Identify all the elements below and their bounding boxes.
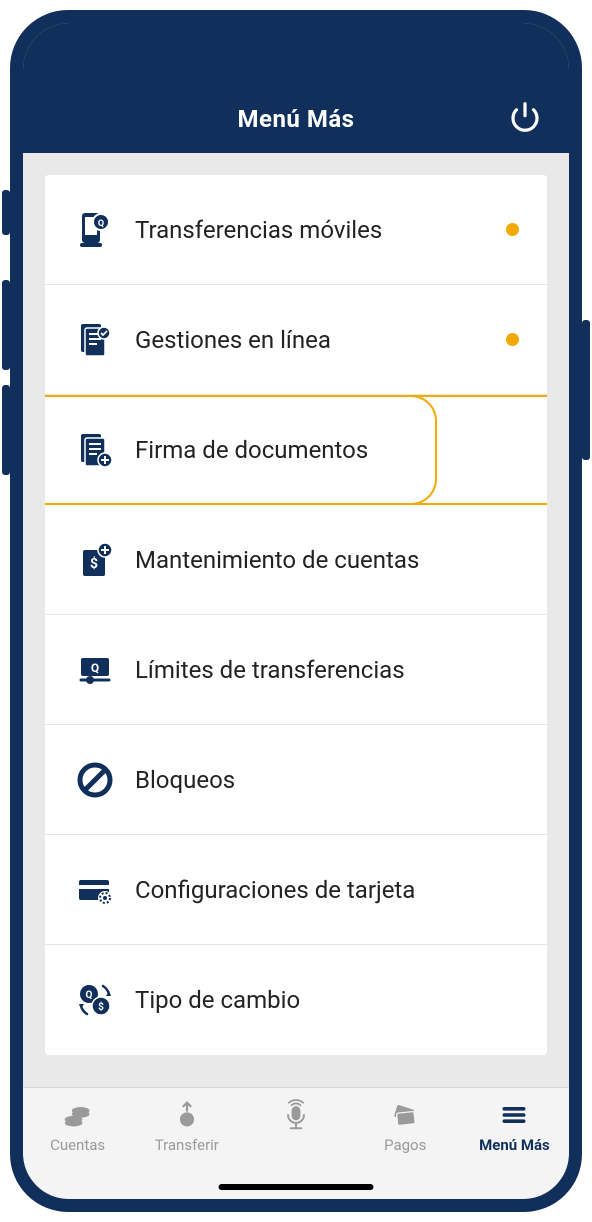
exchange-icon: Q $ <box>67 980 123 1020</box>
nav-voice[interactable] <box>241 1098 350 1136</box>
frame-button <box>2 385 10 475</box>
nav-label: Menú Más <box>479 1136 550 1154</box>
screen: Menú Más Q <box>23 23 569 1199</box>
mobile-transfer-icon: Q <box>67 210 123 250</box>
nav-transferir[interactable]: $ Transferir <box>132 1098 241 1154</box>
nav-label: Cuentas <box>50 1136 105 1154</box>
transfer-limit-icon: Q <box>67 650 123 690</box>
svg-text:Q: Q <box>91 661 99 675</box>
doc-check-icon <box>67 320 123 360</box>
frame-button <box>2 190 10 235</box>
coins-icon <box>61 1098 95 1132</box>
nav-menu-mas[interactable]: Menú Más <box>460 1098 569 1154</box>
card-config-icon <box>67 870 123 910</box>
app-header: Menú Más <box>23 23 569 153</box>
menu-item-label: Mantenimiento de cuentas <box>123 546 519 574</box>
hamburger-icon <box>497 1098 531 1132</box>
menu-item-label: Configuraciones de tarjeta <box>123 876 519 904</box>
menu-item-configuraciones-de-tarjeta[interactable]: Configuraciones de tarjeta <box>45 835 547 945</box>
svg-text:Q: Q <box>86 990 93 1001</box>
menu-item-tipo-de-cambio[interactable]: Q $ Tipo de cambio <box>45 945 547 1055</box>
nav-label: Transferir <box>155 1136 219 1154</box>
nav-pagos[interactable]: Pagos <box>351 1098 460 1154</box>
svg-text:$: $ <box>98 1000 104 1013</box>
svg-text:Q: Q <box>98 219 104 229</box>
menu-item-label: Bloqueos <box>123 766 519 794</box>
menu-item-label: Firma de documentos <box>123 436 519 464</box>
power-icon <box>509 101 541 133</box>
phone-frame: Menú Más Q <box>10 10 582 1212</box>
doc-sign-icon <box>67 430 123 470</box>
lock-block-icon <box>67 760 123 800</box>
frame-button <box>2 280 10 370</box>
menu-item-gestiones-en-linea[interactable]: Gestiones en línea <box>45 285 547 395</box>
menu-item-mantenimiento-de-cuentas[interactable]: $ Mantenimiento de cuentas <box>45 505 547 615</box>
content-area: Q Transferencias móviles <box>23 153 569 1087</box>
menu-item-label: Límites de transferencias <box>123 656 519 684</box>
menu-item-bloqueos[interactable]: Bloqueos <box>45 725 547 835</box>
bottom-nav: Cuentas $ Transferir <box>23 1087 569 1199</box>
home-indicator <box>219 1184 374 1190</box>
menu-item-limites-de-transferencias[interactable]: Q Límites de transferencias <box>45 615 547 725</box>
header-title: Menú Más <box>237 105 354 133</box>
menu-item-transferencias-moviles[interactable]: Q Transferencias móviles <box>45 175 547 285</box>
transfer-up-icon: $ <box>170 1098 204 1132</box>
card-pay-icon <box>388 1098 422 1132</box>
svg-text:$: $ <box>90 555 98 572</box>
menu-item-label: Tipo de cambio <box>123 986 519 1014</box>
power-button[interactable] <box>507 99 543 135</box>
mic-icon <box>279 1098 313 1132</box>
frame-button <box>582 320 590 460</box>
menu-item-label: Gestiones en línea <box>123 326 506 354</box>
account-maint-icon: $ <box>67 540 123 580</box>
nav-label: Pagos <box>384 1136 426 1154</box>
menu-item-label: Transferencias móviles <box>123 216 506 244</box>
menu-item-firma-de-documentos[interactable]: Firma de documentos <box>45 395 547 505</box>
more-menu-list: Q Transferencias móviles <box>45 175 547 1055</box>
notification-dot <box>506 333 519 346</box>
nav-cuentas[interactable]: Cuentas <box>23 1098 132 1154</box>
notification-dot <box>506 223 519 236</box>
svg-text:$: $ <box>184 1115 189 1126</box>
